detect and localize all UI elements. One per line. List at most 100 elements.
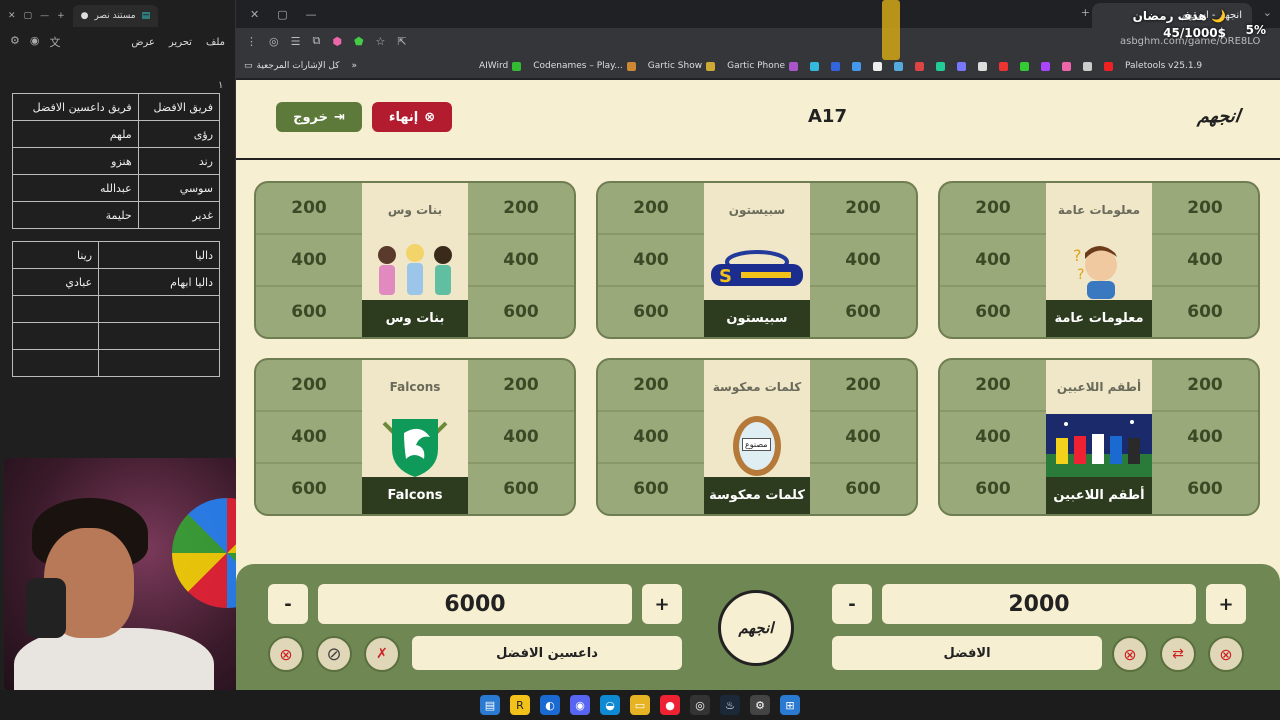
points-button[interactable]: 200 <box>256 360 362 412</box>
account-icon[interactable]: ◉ <box>30 34 40 50</box>
obs-icon[interactable]: ◎ <box>690 695 710 715</box>
bookmark-favicon-icon[interactable] <box>1041 61 1051 71</box>
points-button[interactable]: 200 <box>940 183 1046 235</box>
points-button[interactable]: 600 <box>598 464 704 514</box>
edge-dev-icon[interactable]: ◐ <box>540 695 560 715</box>
bookmark-item[interactable]: Gartic Phone <box>727 61 799 71</box>
new-tab-icon[interactable]: + <box>57 11 65 21</box>
points-button[interactable]: 200 <box>1152 183 1258 235</box>
table-cell[interactable]: رند <box>137 147 221 175</box>
table-cell[interactable]: عبدالله <box>12 174 139 202</box>
points-button[interactable]: 400 <box>810 412 916 464</box>
left-team-minus-button[interactable]: - <box>268 584 308 624</box>
table-cell[interactable] <box>98 349 220 377</box>
bookmark-item[interactable]: Gartic Show <box>648 61 716 71</box>
points-button[interactable]: 400 <box>468 412 574 464</box>
bookmark-item[interactable]: Codenames – Play... <box>533 61 636 71</box>
points-button[interactable]: 200 <box>810 360 916 412</box>
new-tab-icon[interactable]: + <box>1081 6 1090 19</box>
table-cell[interactable] <box>11 349 100 377</box>
discord-icon[interactable]: ◉ <box>570 695 590 715</box>
points-button[interactable]: 600 <box>810 287 916 337</box>
right-team-plus-button[interactable]: + <box>1206 584 1246 624</box>
bookmark-favicon-icon[interactable] <box>1020 61 1030 71</box>
points-button[interactable]: 600 <box>1152 464 1258 514</box>
table-cell[interactable]: فريق الافضل <box>137 93 221 121</box>
table-cell[interactable]: ملهم <box>12 120 139 148</box>
doc-tab[interactable]: ● مستند نصر ▤ <box>72 5 159 27</box>
points-button[interactable]: 600 <box>598 287 704 337</box>
filter-icon[interactable]: ☰ <box>291 35 301 48</box>
table-cell[interactable] <box>11 295 100 323</box>
exit-button[interactable]: خروج ⇥ <box>276 102 362 132</box>
menu-file[interactable]: ملف <box>206 37 225 48</box>
points-button[interactable]: 600 <box>468 464 574 514</box>
shield-icon[interactable]: ⬟ <box>354 35 364 48</box>
points-button[interactable]: 600 <box>1152 287 1258 337</box>
windows-start-icon[interactable]: ⊞ <box>780 695 800 715</box>
close-window-icon[interactable]: ✕ <box>8 11 16 21</box>
menu-edit[interactable]: تحرير <box>169 37 192 48</box>
table-cell[interactable]: غدير <box>137 201 221 229</box>
points-button[interactable]: 200 <box>810 183 916 235</box>
steam-icon[interactable]: ♨ <box>720 695 740 715</box>
points-button[interactable]: 400 <box>598 412 704 464</box>
points-button[interactable]: 400 <box>940 412 1046 464</box>
youtube-icon[interactable] <box>1104 61 1114 71</box>
points-button[interactable]: 400 <box>1152 412 1258 464</box>
points-button[interactable]: 200 <box>598 183 704 235</box>
points-button[interactable]: 400 <box>810 235 916 287</box>
points-button[interactable]: 600 <box>468 287 574 337</box>
bookmark-favicon-icon[interactable] <box>978 61 988 71</box>
maximize-icon[interactable]: ▢ <box>24 11 33 21</box>
more-bookmarks-icon[interactable]: » <box>351 61 357 71</box>
bookmark-item[interactable]: AIWird <box>479 61 522 71</box>
table-cell[interactable]: رؤى <box>137 120 221 148</box>
points-button[interactable]: 400 <box>1152 235 1258 287</box>
table-cell[interactable]: سوسي <box>137 174 221 202</box>
points-button[interactable]: 400 <box>256 235 362 287</box>
powerup-cancel-icon[interactable]: ⊗ <box>1112 636 1148 672</box>
points-button[interactable]: 400 <box>256 412 362 464</box>
end-game-button[interactable]: إنهاء ⊗ <box>372 102 452 132</box>
table-cell[interactable]: داليا <box>98 241 220 269</box>
points-button[interactable]: 600 <box>256 464 362 514</box>
rockstar-icon[interactable]: R <box>510 695 530 715</box>
table-cell[interactable]: هنزو <box>12 147 139 175</box>
extension-icon[interactable]: ⧉ <box>312 34 320 48</box>
edge-icon[interactable]: ◒ <box>600 695 620 715</box>
close-icon[interactable]: ✕ <box>250 8 259 21</box>
points-button[interactable]: 600 <box>940 287 1046 337</box>
bookmark-favicon-icon[interactable] <box>831 61 841 71</box>
points-button[interactable]: 200 <box>468 183 574 235</box>
points-button[interactable]: 400 <box>940 235 1046 287</box>
install-icon[interactable]: ⇱ <box>397 35 406 48</box>
settings-icon[interactable]: ⚙ <box>10 34 20 50</box>
table-cell[interactable] <box>11 322 100 350</box>
powerup-swap-icon[interactable]: ⇄ <box>1160 636 1196 672</box>
bookmark-favicon-icon[interactable] <box>1083 61 1093 71</box>
points-button[interactable]: 600 <box>256 287 362 337</box>
points-button[interactable]: 200 <box>468 360 574 412</box>
chrome-icon[interactable]: ● <box>660 695 680 715</box>
bookmark-favicon-icon[interactable] <box>936 61 946 71</box>
menu-view[interactable]: عرض <box>131 37 155 48</box>
points-button[interactable]: 400 <box>598 235 704 287</box>
powerup-cancel-icon[interactable]: ⊗ <box>268 636 304 672</box>
points-button[interactable]: 200 <box>940 360 1046 412</box>
bookmark-favicon-icon[interactable] <box>852 61 862 71</box>
table-cell[interactable]: داليا ابهام <box>98 268 220 296</box>
left-team-plus-button[interactable]: + <box>642 584 682 624</box>
file-explorer-icon[interactable]: ▭ <box>630 695 650 715</box>
bookmark-favicon-icon[interactable] <box>810 61 820 71</box>
bookmark-favicon-icon[interactable] <box>873 61 883 71</box>
points-button[interactable]: 200 <box>598 360 704 412</box>
powerup-cancel-icon[interactable]: ⊗ <box>1208 636 1244 672</box>
minimize-icon[interactable]: — <box>40 11 49 21</box>
settings-icon[interactable]: ⚙ <box>750 695 770 715</box>
maximize-icon[interactable]: ▢ <box>277 8 287 21</box>
table-cell[interactable]: حليمة <box>12 201 139 229</box>
points-button[interactable]: 600 <box>810 464 916 514</box>
bookmark-favicon-icon[interactable] <box>957 61 967 71</box>
points-button[interactable]: 200 <box>256 183 362 235</box>
